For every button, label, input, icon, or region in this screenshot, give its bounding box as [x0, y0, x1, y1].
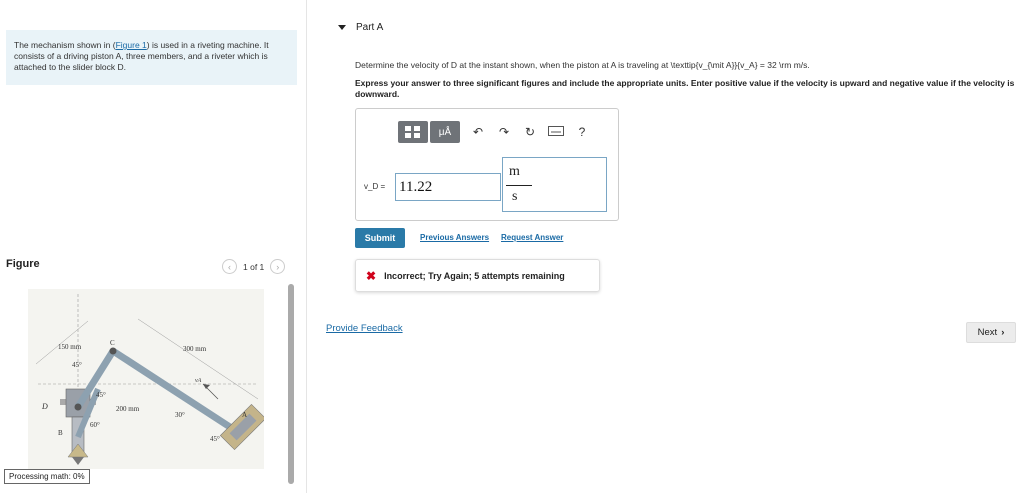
intro-text: The mechanism shown in (Figure 1) is use… [6, 30, 297, 85]
variable-label: v_D = [364, 182, 386, 191]
figure-pager: ‹ 1 of 1 › [222, 259, 286, 274]
point-b-label: B [58, 429, 63, 437]
panel-divider [306, 0, 307, 493]
left-panel: The mechanism shown in (Figure 1) is use… [0, 0, 305, 493]
dim-200-label: 200 mm [116, 405, 140, 413]
mechanism-figure: 150 mm 300 mm 200 mm 45° 45° 45° 60° 30°… [28, 289, 267, 469]
next-label: Next [977, 327, 998, 338]
figure-link[interactable]: Figure 1 [116, 40, 147, 50]
chevron-right-icon: › [1001, 327, 1005, 338]
incorrect-x-icon: ✖ [366, 268, 377, 283]
angle-60-label: 60° [90, 421, 100, 429]
angle-45-label-c: 45° [210, 435, 220, 443]
help-button[interactable]: ? [574, 125, 590, 139]
feedback-message: ✖ Incorrect; Try Again; 5 attempts remai… [355, 259, 600, 292]
angle-45-label-b: 45° [96, 391, 106, 399]
point-c-label: C [110, 339, 115, 347]
submit-button[interactable]: Submit [355, 228, 405, 248]
point-d-label: D [41, 402, 48, 411]
angle-45-label-a: 45° [72, 361, 82, 369]
template-icon[interactable] [398, 121, 428, 143]
velocity-a-label: vA [195, 378, 202, 384]
part-title: Part A [356, 22, 384, 33]
point-a-label: A [242, 411, 247, 419]
answer-box: μÅ ↶ ↷ ↻ ? v_D = 11.22 m s [355, 108, 619, 221]
units-button[interactable]: μÅ [430, 121, 460, 143]
redo-icon[interactable]: ↷ [496, 125, 512, 139]
dim-150-label: 150 mm [58, 343, 82, 351]
figure-title: Figure [6, 258, 40, 270]
part-header[interactable]: Part A [338, 22, 383, 33]
unit-denominator: s [512, 189, 518, 204]
prev-figure-button[interactable]: ‹ [222, 259, 237, 274]
intro-text-before: The mechanism shown in ( [14, 40, 116, 50]
angle-30-label: 30° [175, 411, 185, 419]
provide-feedback-link[interactable]: Provide Feedback [326, 323, 403, 334]
next-figure-button[interactable]: › [270, 259, 286, 274]
unit-input[interactable]: m s [502, 157, 607, 212]
processing-status: Processing math: 0% [4, 469, 90, 484]
next-button[interactable]: Next › [966, 322, 1016, 343]
figure-page-label: 1 of 1 [243, 261, 265, 272]
value-input[interactable]: 11.22 [395, 173, 501, 201]
instructions-text: Express your answer to three significant… [355, 78, 1015, 99]
question-text: Determine the velocity of D at the insta… [355, 60, 810, 70]
reset-icon[interactable]: ↻ [522, 125, 538, 139]
scrollbar-thumb[interactable] [288, 284, 294, 484]
math-toolbar: μÅ ↶ ↷ ↻ ? [398, 121, 590, 143]
collapse-triangle-icon[interactable] [338, 25, 346, 30]
keyboard-icon[interactable] [548, 125, 564, 139]
fraction-bar [506, 185, 532, 186]
feedback-text: Incorrect; Try Again; 5 attempts remaini… [384, 270, 565, 281]
previous-answers-link[interactable]: Previous Answers [420, 233, 489, 242]
undo-icon[interactable]: ↶ [470, 125, 486, 139]
figure-scrollbar[interactable] [288, 284, 294, 484]
dim-300-label: 300 mm [183, 345, 207, 353]
unit-numerator: m [509, 164, 520, 179]
request-answer-link[interactable]: Request Answer [501, 233, 563, 242]
